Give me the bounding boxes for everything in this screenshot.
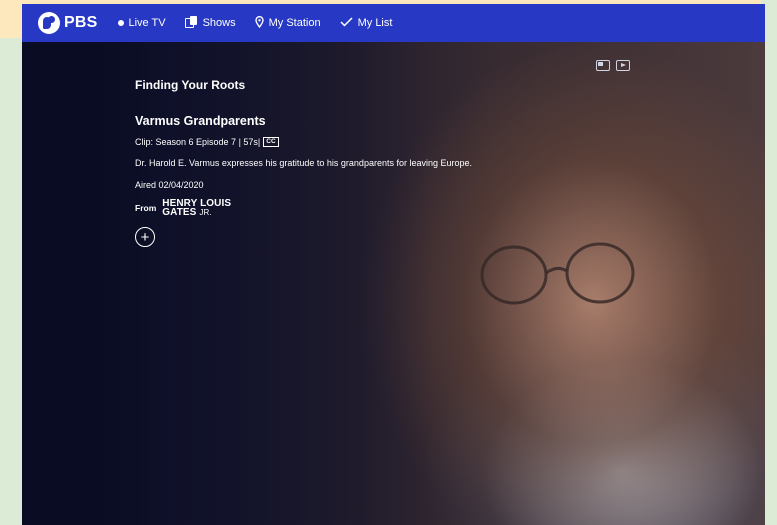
pbs-logo[interactable]: PBS	[38, 12, 98, 34]
nav-my-list-label: My List	[357, 17, 393, 29]
pbs-head-icon	[38, 12, 60, 34]
play-preview-icon[interactable]	[616, 60, 630, 71]
from-label: From	[135, 203, 157, 213]
episode-title: Varmus Grandparents	[135, 114, 266, 128]
nav-my-station[interactable]: My Station	[254, 15, 321, 31]
shows-icon	[184, 16, 197, 28]
show-title[interactable]: Finding Your Roots	[135, 78, 555, 92]
aired-date: Aired 02/04/2020	[135, 180, 204, 190]
nav-my-station-label: My Station	[268, 17, 321, 29]
live-dot-icon	[117, 20, 124, 26]
brand-line-2: GATES JR.	[162, 207, 231, 218]
location-pin-icon	[254, 15, 264, 31]
pbs-logo-text: PBS	[64, 14, 98, 31]
main-nav: Live TV Shows My Station My List	[117, 15, 412, 31]
page-edge-tan	[0, 0, 22, 38]
clip-meta-text: Clip: Season 6 Episode 7 | 57s|	[135, 137, 261, 147]
add-to-list-button[interactable]: +	[135, 227, 155, 247]
nav-shows[interactable]: Shows	[184, 16, 236, 29]
top-navigation-bar: PBS Live TV Shows My Station My List	[22, 4, 765, 42]
plus-icon: +	[140, 228, 150, 246]
show-brand-logo[interactable]: HENRY LOUIS GATES JR.	[162, 199, 231, 218]
clip-description: Dr. Harold E. Varmus expresses his grati…	[135, 158, 473, 168]
nav-shows-label: Shows	[202, 17, 236, 29]
brand-gates: GATES	[162, 207, 197, 218]
from-row: From HENRY LOUIS GATES JR.	[135, 199, 555, 218]
cc-badge: CC	[263, 137, 279, 147]
checkmark-icon	[340, 16, 353, 30]
clip-info: Finding Your Roots Varmus Grandparents C…	[135, 78, 555, 247]
clip-meta: Clip: Season 6 Episode 7 | 57s| CC	[135, 137, 555, 147]
nav-live-tv-label: Live TV	[128, 17, 166, 29]
nav-my-list[interactable]: My List	[340, 16, 393, 30]
brand-jr: JR.	[199, 208, 212, 217]
pbs-app: PBS Live TV Shows My Station My List Fin…	[22, 4, 765, 525]
nav-live-tv[interactable]: Live TV	[117, 17, 166, 29]
player-controls	[596, 60, 630, 71]
picture-in-picture-icon[interactable]	[596, 60, 610, 71]
